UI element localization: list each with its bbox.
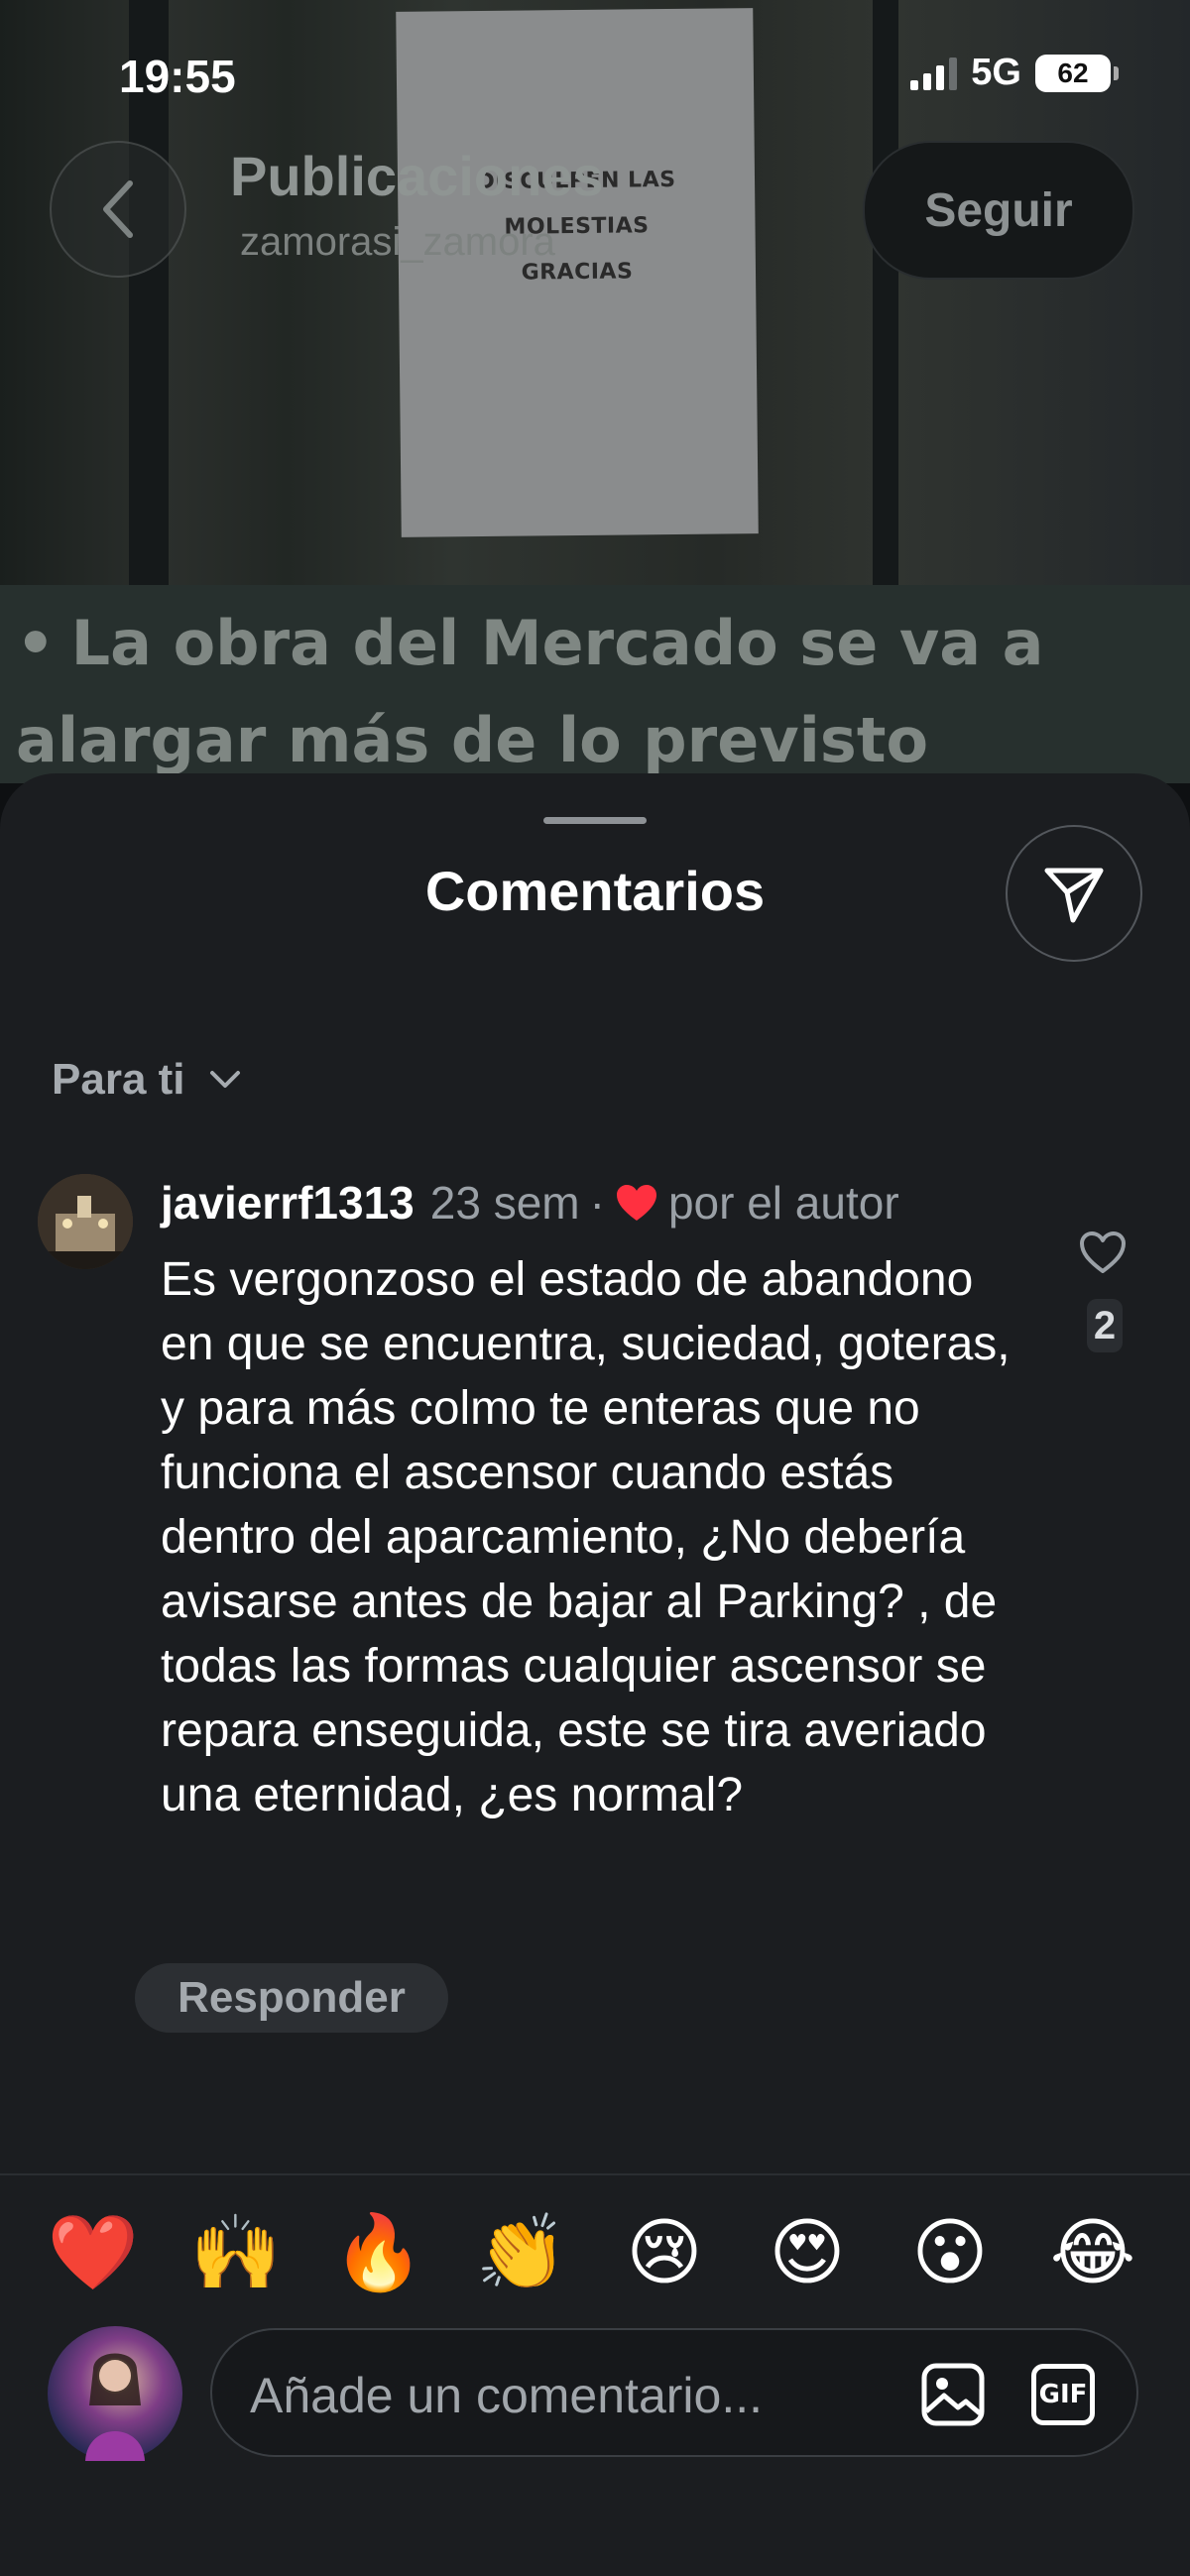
banner-headline: La obra del Mercado se va a alargar más …: [16, 607, 1044, 776]
reaction-crying[interactable]: 😢: [615, 2203, 714, 2302]
status-indicators: 5G 62: [910, 52, 1119, 94]
back-button[interactable]: [50, 141, 186, 278]
image-icon: [921, 2363, 985, 2426]
meta-separator: ·: [589, 1177, 605, 1229]
battery-level: 62: [1057, 57, 1089, 88]
heart-filled-icon: [616, 1185, 656, 1221]
quick-reactions: ❤️ 🙌 🔥 👏 😢 😍 😮 😂: [0, 2203, 1190, 2302]
comment-like-button[interactable]: [1073, 1229, 1132, 1280]
status-time: 19:55: [119, 51, 236, 102]
current-user-avatar: [48, 2326, 182, 2461]
account-username[interactable]: zamorasi_zamora: [240, 220, 555, 265]
comment-time: 23 sem: [429, 1177, 580, 1229]
avatar-image: [38, 1174, 133, 1269]
reaction-heart-eyes[interactable]: 😍: [758, 2203, 857, 2302]
network-type: 5G: [971, 52, 1021, 93]
gif-button[interactable]: GIF: [1031, 2364, 1095, 2425]
reaction-surprised[interactable]: 😮: [900, 2203, 1000, 2302]
avatar-image: [85, 2353, 145, 2461]
reaction-raised-hands[interactable]: 🙌: [186, 2203, 286, 2302]
chevron-left-icon: [103, 180, 133, 238]
divider: [0, 2173, 1190, 2175]
reaction-laughing[interactable]: 😂: [1043, 2203, 1142, 2302]
post-photo-pillar: [873, 0, 898, 595]
comment-input[interactable]: [248, 2360, 847, 2431]
post-photo-notice: DISCULPEN LAS MOLESTIAS GRACIAS: [396, 8, 759, 537]
comment-meta: javierrf1313 23 sem · por el autor: [161, 1176, 899, 1229]
heart-outline-icon: [1080, 1231, 1126, 1273]
send-icon: [1044, 868, 1104, 923]
battery-icon: 62: [1035, 54, 1119, 92]
comment-username[interactable]: javierrf1313: [161, 1176, 415, 1229]
add-image-button[interactable]: [920, 2362, 986, 2427]
post-banner-text: • La obra del Mercado se va a alargar más…: [16, 595, 1156, 789]
reaction-clapping[interactable]: 👏: [472, 2203, 571, 2302]
sort-dropdown[interactable]: Para ti: [52, 1055, 241, 1105]
signal-icon: [910, 57, 958, 90]
follow-button[interactable]: Seguir: [863, 141, 1134, 280]
comment-composer: GIF: [210, 2328, 1138, 2457]
avatar[interactable]: [38, 1174, 133, 1269]
reaction-heart[interactable]: ❤️: [44, 2203, 143, 2302]
like-count: 2: [1087, 1299, 1123, 1352]
reaction-fire[interactable]: 🔥: [329, 2203, 428, 2302]
sheet-drag-handle[interactable]: [543, 817, 647, 824]
reply-button[interactable]: Responder: [135, 1963, 448, 2033]
page-title: Publicaciones: [230, 145, 604, 207]
share-button[interactable]: [1006, 825, 1142, 962]
liked-by-author-label: por el autor: [667, 1177, 899, 1229]
chevron-down-icon: [209, 1071, 240, 1088]
comment-text: Es vergonzoso el estado de abandono en q…: [161, 1253, 1011, 1821]
sort-label: Para ti: [52, 1055, 185, 1104]
banner-bullet: •: [16, 607, 56, 679]
